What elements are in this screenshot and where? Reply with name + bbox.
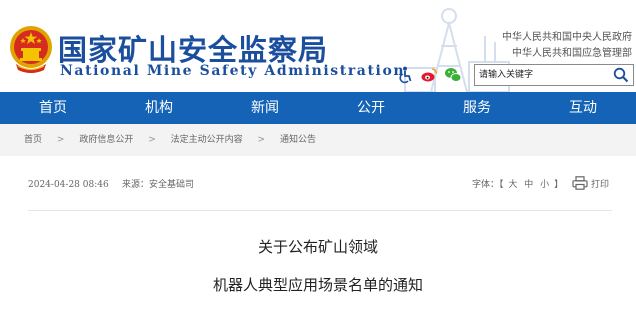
breadcrumb-notices[interactable]: 通知公告 — [280, 135, 316, 145]
national-emblem-logo — [10, 26, 52, 73]
wechat-icon[interactable] — [444, 66, 462, 84]
breadcrumb-info-disclosure[interactable]: 政府信息公开 — [79, 135, 133, 145]
publish-date: 2024-04-28 08:46 — [28, 180, 109, 190]
accessibility-icon[interactable] — [396, 66, 414, 84]
breadcrumb-statutory-disclosure[interactable]: 法定主动公开内容 — [171, 135, 243, 145]
article-source: 来源：安全基础司 — [122, 180, 195, 190]
print-label: 打印 — [591, 180, 610, 190]
font-size-medium[interactable]: 中 — [524, 180, 533, 190]
article-title-line-1: 关于公布矿山领域 — [257, 238, 378, 256]
search-icon[interactable] — [613, 67, 629, 83]
nav-item-news[interactable]: 新闻 — [212, 92, 318, 124]
site-title-english: National Mine Safety Administration — [60, 63, 406, 79]
article-meta: 2024-04-28 08:46 来源：安全基础司 字体：【 大 中 小 】 打… — [28, 176, 612, 194]
header-tool-icons — [396, 66, 466, 84]
chevron-right-icon: > — [257, 135, 266, 145]
site-header: 国家矿山安全监察局 National Mine Safety Administr… — [0, 0, 636, 92]
nav-item-organization[interactable]: 机构 — [106, 92, 212, 124]
font-size-small[interactable]: 小 — [540, 180, 549, 190]
breadcrumb: 首页 > 政府信息公开 > 法定主动公开内容 > 通知公告 — [0, 124, 636, 156]
link-emergency-ministry[interactable]: 中华人民共和国应急管理部 — [502, 46, 632, 62]
font-size-bracket: 】 — [554, 180, 564, 190]
print-button[interactable]: 打印 — [572, 176, 609, 194]
main-nav: 首页 机构 新闻 公开 服务 互动 — [0, 92, 636, 124]
font-size-control: 字体：【 大 中 小 】 — [472, 176, 563, 194]
meta-divider — [28, 210, 612, 211]
printer-icon — [572, 176, 588, 190]
breadcrumb-home[interactable]: 首页 — [24, 135, 42, 145]
government-links: 中华人民共和国中央人民政府 中华人民共和国应急管理部 — [502, 30, 632, 62]
nav-item-interaction[interactable]: 互动 — [530, 92, 636, 124]
article-title-line-2: 机器人典型应用场景名单的通知 — [212, 276, 423, 294]
font-size-label: 字体：【 — [472, 180, 504, 190]
link-central-government[interactable]: 中华人民共和国中央人民政府 — [502, 30, 632, 46]
chevron-right-icon: > — [56, 135, 65, 145]
nav-item-service[interactable]: 服务 — [424, 92, 530, 124]
search-box — [474, 64, 634, 86]
nav-item-public[interactable]: 公开 — [318, 92, 424, 124]
weibo-icon[interactable] — [420, 66, 438, 84]
chevron-right-icon: > — [148, 135, 156, 145]
font-size-large[interactable]: 大 — [508, 180, 517, 190]
search-input[interactable] — [479, 66, 607, 84]
nav-item-home[interactable]: 首页 — [0, 92, 106, 124]
